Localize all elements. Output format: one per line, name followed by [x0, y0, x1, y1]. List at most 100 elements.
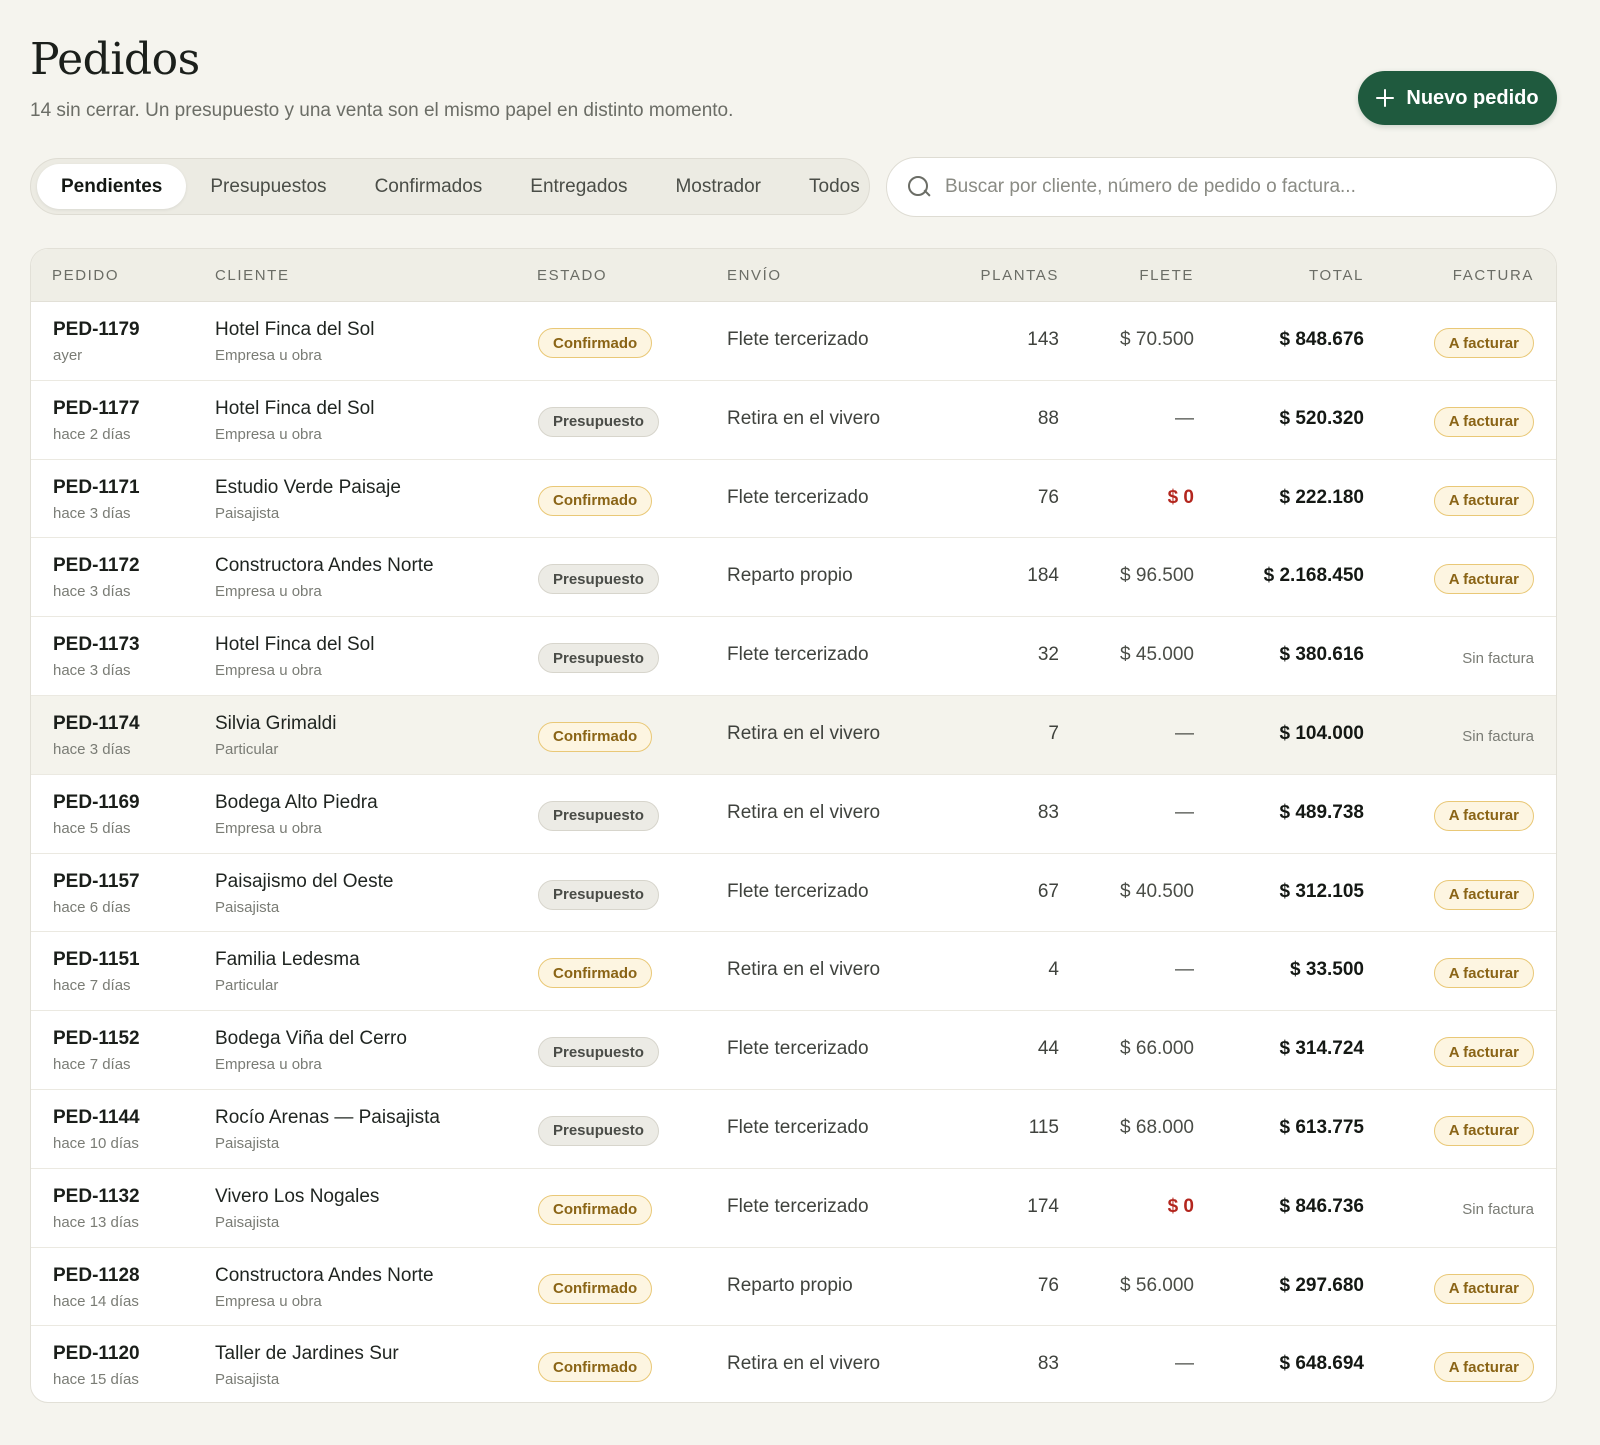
search-icon	[907, 175, 931, 199]
invoice-badge: A facturar	[1433, 406, 1534, 437]
shipping-method: Reparto propio	[727, 1274, 853, 1296]
plant-count: 184	[1027, 565, 1059, 587]
plant-count: 76	[1037, 1274, 1059, 1296]
client-type: Particular	[215, 740, 279, 758]
order-date: hace 3 días	[53, 740, 131, 758]
tab-presupuestos[interactable]: Presupuestos	[186, 164, 350, 209]
order-total: $ 846.736	[1279, 1195, 1364, 1217]
order-id[interactable]: PED-1151	[53, 949, 140, 971]
table-row[interactable]: PED-1173 hace 3 días Hotel Finca del Sol Em…	[31, 617, 1556, 696]
client-name[interactable]: Silvia Grimaldi	[215, 713, 336, 735]
tab-entregados[interactable]: Entregados	[506, 164, 651, 209]
order-id[interactable]: PED-1172	[53, 555, 140, 577]
freight-amount: $ 56.000	[1120, 1274, 1194, 1296]
client-name[interactable]: Rocío Arenas — Paisajista	[215, 1107, 440, 1129]
client-name[interactable]: Paisajismo del Oeste	[215, 871, 393, 893]
page-subtitle: 14 sin cerrar. Un presupuesto y una vent…	[30, 100, 734, 121]
order-total: $ 648.694	[1279, 1353, 1364, 1375]
order-id[interactable]: PED-1177	[53, 398, 140, 420]
table-row[interactable]: PED-1177 hace 2 días Hotel Finca del Sol Em…	[31, 381, 1556, 460]
shipping-method: Flete tercerizado	[727, 486, 869, 508]
column-header-total[interactable]: TOTAL	[1309, 267, 1364, 284]
column-header-flete[interactable]: FLETE	[1139, 267, 1194, 284]
tab-confirmados[interactable]: Confirmados	[351, 164, 507, 209]
tab-pendientes[interactable]: Pendientes	[37, 164, 187, 209]
tab-mostrador[interactable]: Mostrador	[651, 164, 785, 209]
client-name[interactable]: Constructora Andes Norte	[215, 555, 434, 577]
order-id[interactable]: PED-1174	[53, 713, 140, 735]
order-date: hace 10 días	[53, 1134, 139, 1152]
client-name[interactable]: Taller de Jardines Sur	[215, 1343, 399, 1365]
order-total: $ 520.320	[1279, 407, 1364, 429]
order-id[interactable]: PED-1152	[53, 1028, 140, 1050]
tab-todos[interactable]: Todos	[785, 164, 884, 209]
order-total: $ 380.616	[1279, 644, 1364, 666]
plant-count: 44	[1037, 1038, 1059, 1060]
freight-amount: $ 45.000	[1120, 644, 1194, 666]
table-row[interactable]: PED-1128 hace 14 días Constructora Andes N…	[31, 1248, 1556, 1327]
client-type: Empresa u obra	[215, 425, 322, 443]
table-row[interactable]: PED-1179 ayer Hotel Finca del Sol Empresa u…	[31, 302, 1556, 381]
invoice-badge: A facturar	[1433, 958, 1534, 989]
plant-count: 7	[1048, 722, 1059, 744]
order-id[interactable]: PED-1128	[53, 1265, 140, 1287]
invoice-badge: Sin factura	[1462, 649, 1534, 667]
plant-count: 76	[1037, 486, 1059, 508]
client-name[interactable]: Vivero Los Nogales	[215, 1186, 379, 1208]
order-id[interactable]: PED-1157	[53, 871, 140, 893]
plant-count: 83	[1037, 1353, 1059, 1375]
column-header-factura[interactable]: FACTURA	[1453, 267, 1534, 284]
order-id[interactable]: PED-1169	[53, 792, 140, 814]
order-id[interactable]: PED-1120	[53, 1343, 140, 1365]
status-badge: Confirmado	[538, 1194, 653, 1225]
invoice-badge: Sin factura	[1462, 1201, 1534, 1219]
freight-amount: $ 96.500	[1120, 565, 1194, 587]
client-name[interactable]: Hotel Finca del Sol	[215, 398, 374, 420]
order-total: $ 33.500	[1290, 959, 1364, 981]
search-input[interactable]	[945, 176, 1536, 198]
column-header-pedido[interactable]: PEDIDO	[52, 267, 119, 284]
table-row[interactable]: PED-1144 hace 10 días Rocío Arenas — Paisa…	[31, 1090, 1556, 1169]
column-header-envio[interactable]: ENVÍO	[727, 267, 782, 284]
invoice-badge: A facturar	[1433, 1273, 1534, 1304]
table-row[interactable]: PED-1174 hace 3 días Silvia Grimaldi Partic…	[31, 695, 1556, 775]
client-name[interactable]: Familia Ledesma	[215, 949, 360, 971]
invoice-badge: A facturar	[1433, 1115, 1534, 1146]
invoice-badge: A facturar	[1433, 564, 1534, 595]
client-name[interactable]: Hotel Finca del Sol	[215, 634, 374, 656]
client-name[interactable]: Constructora Andes Norte	[215, 1265, 434, 1287]
client-type: Empresa u obra	[215, 347, 322, 364]
order-id[interactable]: PED-1144	[53, 1107, 140, 1129]
client-name[interactable]: Estudio Verde Paisaje	[215, 477, 401, 499]
table-row[interactable]: PED-1152 hace 7 días Bodega Viña del Cerro…	[31, 1011, 1556, 1090]
table-row[interactable]: PED-1132 hace 13 días Vivero Los Nogales Pa…	[31, 1169, 1556, 1248]
status-badge: Presupuesto	[538, 406, 659, 437]
shipping-method: Flete tercerizado	[727, 880, 869, 902]
client-name[interactable]: Bodega Alto Piedra	[215, 792, 378, 814]
order-id[interactable]: PED-1173	[53, 634, 140, 656]
order-total: $ 489.738	[1279, 801, 1364, 823]
client-name[interactable]: Hotel Finca del Sol	[215, 319, 374, 341]
shipping-method: Retira en el vivero	[727, 407, 881, 429]
invoice-badge: A facturar	[1433, 1352, 1534, 1383]
invoice-badge: A facturar	[1433, 328, 1534, 358]
column-header-plantas[interactable]: PLANTAS	[981, 267, 1059, 284]
table-row[interactable]: PED-1169 hace 5 días Bodega Alto Piedra Emp…	[31, 775, 1556, 854]
plant-count: 67	[1037, 880, 1059, 902]
new-order-button[interactable]: Nuevo pedido	[1358, 71, 1557, 125]
column-header-cliente[interactable]: CLIENTE	[215, 267, 290, 284]
order-date: hace 14 días	[53, 1292, 139, 1310]
order-id[interactable]: PED-1132	[53, 1186, 140, 1208]
table-row[interactable]: PED-1171 hace 3 días Estudio Verde Paisaje…	[31, 460, 1556, 539]
order-total: $ 314.724	[1279, 1038, 1364, 1060]
order-id[interactable]: PED-1171	[53, 477, 140, 499]
column-header-estado[interactable]: ESTADO	[537, 267, 607, 284]
table-row[interactable]: PED-1151 hace 7 días Familia Ledesma Partic…	[31, 932, 1556, 1012]
table-row[interactable]: PED-1172 hace 3 días Constructora Andes No…	[31, 538, 1556, 618]
client-name[interactable]: Bodega Viña del Cerro	[215, 1028, 407, 1050]
table-row[interactable]: PED-1120 hace 15 días Taller de Jardines S…	[31, 1326, 1556, 1402]
order-total: $ 222.180	[1279, 486, 1364, 508]
table-row[interactable]: PED-1157 hace 6 días Paisajismo del Oeste P…	[31, 854, 1556, 933]
order-id[interactable]: PED-1179	[53, 319, 140, 341]
status-badge: Presupuesto	[538, 1115, 659, 1146]
